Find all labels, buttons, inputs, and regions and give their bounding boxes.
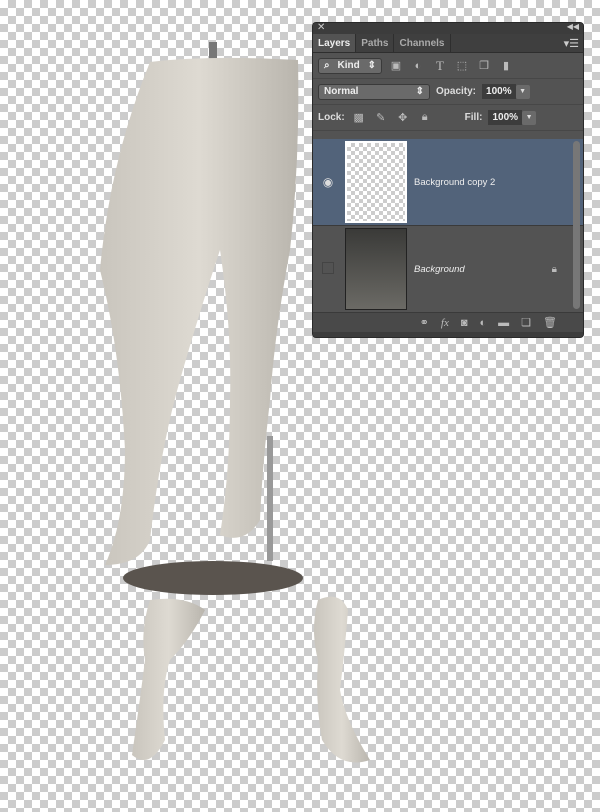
blend-row: Normal ⇕ Opacity: 100% ▼ [313,79,583,105]
scrollbar[interactable] [573,141,580,309]
layer-thumbnail [345,141,407,223]
adjustment-filter-icon[interactable]: ◐ [410,60,426,72]
trash-icon[interactable]: 🗑︎ [543,316,557,329]
kind-label: Kind [337,60,360,71]
fill-input[interactable]: 100% [488,110,523,125]
new-group-folder-icon[interactable]: ▬ [498,317,509,329]
new-layer-icon[interactable]: ❏ [521,316,531,329]
layer-name[interactable]: Background copy 2 [414,177,495,188]
tab-paths[interactable]: Paths [356,34,395,52]
lock-label: Lock: [318,112,345,123]
type-filter-icon[interactable]: T [432,58,448,74]
fx-icon[interactable]: fx [441,317,449,329]
layers-panel: ✕ ◀◀ Layers Paths Channels ▾☰ ⌕ Kind ⇕ ▣ ◐… [312,22,584,338]
add-mask-icon[interactable]: ◙ [461,317,468,329]
tab-channels[interactable]: Channels [394,34,451,52]
layer-row[interactable]: ◉ Background copy 2 [313,139,583,226]
opacity-dropdown[interactable]: ▼ [515,84,530,99]
panel-tabs: Layers Paths Channels ▾☰ [313,34,583,53]
filter-row: ⌕ Kind ⇕ ▣ ◐ T ⬚ ❐ ▮ [313,53,583,79]
filter-toggle-icon[interactable]: ▮ [498,59,514,72]
shape-filter-icon[interactable]: ⬚ [454,59,470,72]
pixel-filter-icon[interactable]: ▣ [388,59,404,72]
panel-titlebar: ✕ ◀◀ [313,23,583,34]
layer-name[interactable]: Background [414,264,465,275]
opacity-input[interactable]: 100% [482,84,516,99]
eye-icon[interactable]: ◉ [313,175,343,189]
blend-mode-select[interactable]: Normal ⇕ [318,83,430,100]
close-icon[interactable]: ✕ [317,23,325,33]
adjustment-layer-icon[interactable]: ◐ [480,317,487,329]
blend-mode-value: Normal [324,86,359,97]
search-icon: ⌕ [324,60,330,71]
fill-label: Fill: [464,112,483,123]
updown-icon: ⇕ [367,60,376,71]
panel-menu-icon[interactable]: ▾☰ [564,37,579,50]
tab-layers[interactable]: Layers [313,34,357,52]
updown-icon: ⇕ [415,86,424,97]
layers-list: ◉ Background copy 2 Background 🔒︎ [313,139,583,314]
lock-icon: 🔒︎ [551,263,557,275]
filter-kind-select[interactable]: ⌕ Kind ⇕ [318,57,382,74]
link-layers-icon[interactable]: ⚭ [420,316,429,329]
panel-footer: ⚭ fx ◙ ◐ ▬ ❏ 🗑︎ [313,312,583,332]
lock-position-move-icon[interactable]: ✥ [395,111,411,124]
opacity-label: Opacity: [436,86,477,97]
visibility-off-box[interactable] [313,261,343,277]
layer-row[interactable]: Background 🔒︎ [313,226,583,313]
lock-transparent-icon[interactable]: ▩ [351,111,367,124]
resize-grip[interactable] [313,332,583,337]
lock-all-icon[interactable]: 🔒︎ [417,111,433,124]
collapse-icon[interactable]: ◀◀ [567,23,579,31]
fill-dropdown[interactable]: ▼ [522,110,537,125]
lock-row: Lock: ▩ ✎ ✥ 🔒︎ Fill: 100% ▼ [313,105,583,131]
stand-base [123,561,303,595]
lock-paint-brush-icon[interactable]: ✎ [373,111,389,124]
smart-object-filter-icon[interactable]: ❐ [476,59,492,72]
layer-thumbnail [345,228,407,310]
